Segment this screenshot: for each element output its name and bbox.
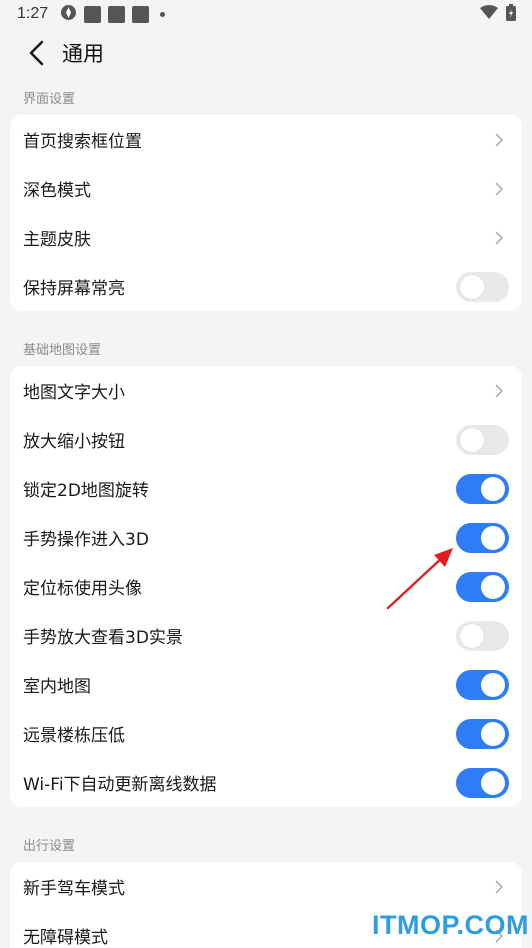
setting-row-search-box-position[interactable]: 首页搜索框位置 [10, 115, 522, 164]
status-time: 1:27 [17, 5, 49, 22]
chevron-right-icon [489, 877, 509, 897]
section-title-base-map: 基础地图设置 [23, 343, 102, 358]
toggle-knob [460, 274, 484, 299]
chevron-right-icon [489, 130, 509, 150]
setting-label: 主题皮肤 [23, 230, 91, 250]
setting-row-dark-mode[interactable]: 深色模式 [10, 164, 522, 213]
toggle-knob [481, 476, 505, 501]
toggle-knob [481, 770, 505, 795]
back-arrow-icon [29, 40, 44, 66]
setting-label: 室内地图 [23, 677, 91, 697]
notification-icon [108, 5, 126, 23]
lock-2d-rotation-toggle[interactable] [456, 473, 509, 504]
keep-screen-on-toggle[interactable] [456, 271, 509, 302]
settings-card-interface: 首页搜索框位置 深色模式 主题皮肤 保持屏幕常亮 [10, 115, 522, 311]
battery-icon [506, 3, 516, 25]
setting-label: 地图文字大小 [23, 383, 125, 403]
setting-row-indoor-map: 室内地图 [10, 660, 522, 709]
chevron-right-icon [489, 381, 509, 401]
toggle-knob [481, 672, 505, 697]
notification-icon [132, 5, 150, 23]
setting-label: 手势操作进入3D [23, 530, 149, 550]
avatar-locator-toggle[interactable] [456, 571, 509, 602]
toggle-knob [481, 721, 505, 746]
setting-row-zoom-buttons: 放大缩小按钮 [10, 415, 522, 464]
setting-row-lower-distant-buildings: 远景楼栋压低 [10, 709, 522, 758]
setting-row-wifi-offline-update: Wi-Fi下自动更新离线数据 [10, 758, 522, 807]
setting-row-gesture-3d: 手势操作进入3D [10, 513, 522, 562]
setting-row-keep-screen-on: 保持屏幕常亮 [10, 262, 522, 311]
setting-label: 首页搜索框位置 [23, 132, 142, 152]
setting-label: 放大缩小按钮 [23, 432, 125, 452]
gesture-3d-toggle[interactable] [456, 522, 509, 553]
wifi-offline-update-toggle[interactable] [456, 767, 509, 798]
setting-row-lock-2d-rotation: 锁定2D地图旋转 [10, 464, 522, 513]
setting-row-map-text-size[interactable]: 地图文字大小 [10, 366, 522, 415]
setting-row-avatar-locator: 定位标使用头像 [10, 562, 522, 611]
chevron-right-icon [489, 228, 509, 248]
setting-label: 保持屏幕常亮 [23, 279, 125, 299]
toggle-knob [460, 427, 484, 452]
app-header: 通用 [0, 28, 532, 78]
page-title: 通用 [62, 42, 104, 66]
section-title-travel: 出行设置 [23, 839, 76, 854]
indoor-map-toggle[interactable] [456, 669, 509, 700]
setting-label: Wi-Fi下自动更新离线数据 [23, 775, 217, 795]
setting-label: 手势放大查看3D实景 [23, 628, 183, 648]
setting-row-theme-skin[interactable]: 主题皮肤 [10, 213, 522, 262]
setting-label: 远景楼栋压低 [23, 726, 125, 746]
toggle-knob [460, 623, 484, 648]
app-notification-icon [60, 4, 77, 25]
setting-row-gesture-3d-street-view: 手势放大查看3D实景 [10, 611, 522, 660]
back-button[interactable] [12, 28, 62, 78]
setting-label: 深色模式 [23, 181, 91, 201]
setting-row-novice-driving[interactable]: 新手驾车模式 [10, 862, 522, 911]
watermark-logo: ITMOP.COM [372, 910, 530, 940]
toggle-knob [481, 574, 505, 599]
settings-card-base-map: 地图文字大小 放大缩小按钮 锁定2D地图旋转 手势操作进入3D 定位标使用头像 … [10, 366, 522, 807]
gesture-3d-street-view-toggle[interactable] [456, 620, 509, 651]
notification-icon [84, 5, 102, 23]
more-notifications-dot-icon [160, 11, 166, 17]
setting-label: 定位标使用头像 [23, 579, 142, 599]
zoom-buttons-toggle[interactable] [456, 424, 509, 455]
lower-distant-buildings-toggle[interactable] [456, 718, 509, 749]
section-title-interface: 界面设置 [23, 92, 76, 107]
wifi-icon [480, 5, 498, 23]
status-bar: 1:27 [0, 0, 532, 28]
setting-label: 锁定2D地图旋转 [23, 481, 149, 501]
toggle-knob [481, 525, 505, 550]
setting-label: 新手驾车模式 [23, 879, 125, 899]
chevron-right-icon [489, 179, 509, 199]
